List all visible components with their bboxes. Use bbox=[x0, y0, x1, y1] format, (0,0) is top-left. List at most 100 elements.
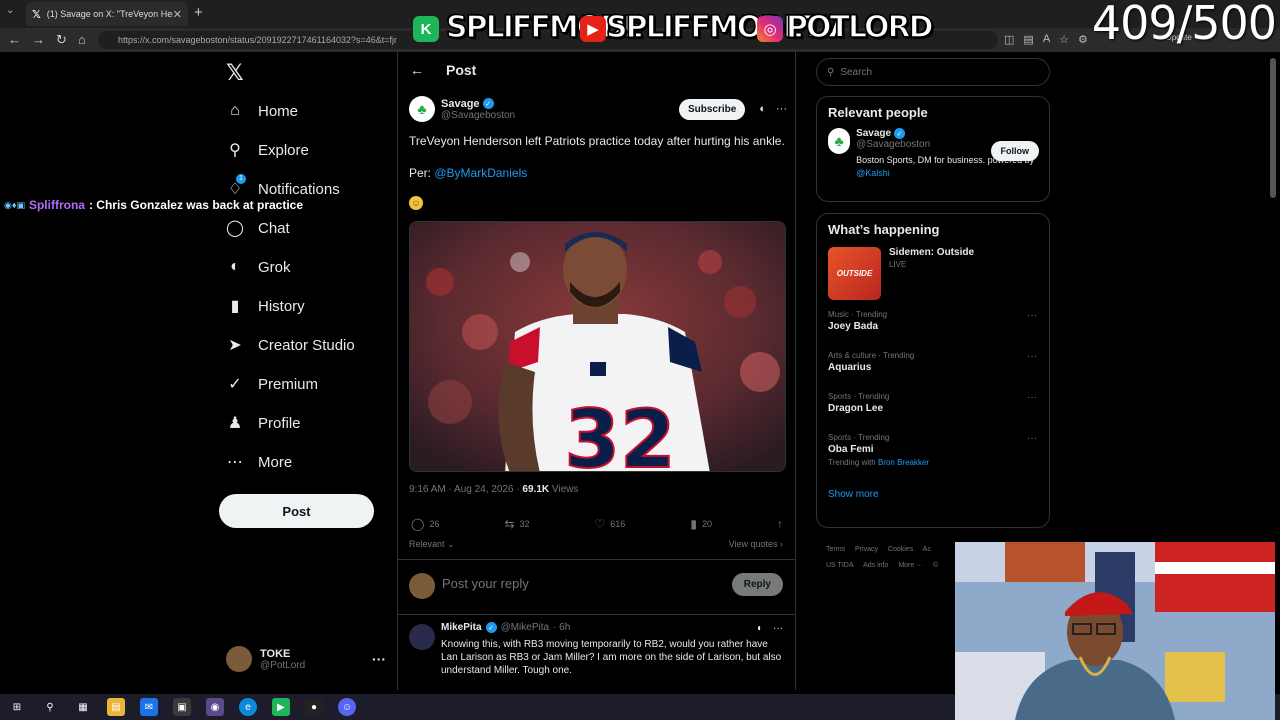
trend-item[interactable]: Sports · Trending Oba Femi Trending with… bbox=[817, 423, 1049, 475]
nav-history[interactable]: ▮ History bbox=[226, 297, 305, 316]
sort-label: Relevant bbox=[409, 539, 445, 549]
nav-profile[interactable]: ♟ Profile bbox=[226, 414, 301, 433]
file-explorer-icon[interactable]: ▤ bbox=[107, 698, 125, 716]
bio-link[interactable]: @Kalshi bbox=[856, 168, 890, 178]
tab-title: (1) Savage on X: "TreVeyon Hende bbox=[46, 9, 173, 19]
nav-premium[interactable]: ✓ Premium bbox=[226, 375, 318, 394]
home-browser-icon[interactable]: ⌂ bbox=[78, 32, 86, 47]
person-name[interactable]: Savage bbox=[856, 128, 891, 139]
trending-with-label: Trending with bbox=[828, 458, 878, 467]
x-logo-icon[interactable]: 𝕏 bbox=[226, 60, 244, 86]
app-icon[interactable]: ◉ bbox=[206, 698, 224, 716]
search-input[interactable]: ⚲ Search bbox=[816, 58, 1050, 86]
browser-tab[interactable]: 𝕏 (1) Savage on X: "TreVeyon Hende ✕ bbox=[26, 2, 188, 26]
trend-item[interactable]: Arts & culture · Trending Aquarius ··· bbox=[817, 341, 1049, 382]
back-arrow-icon[interactable]: ← bbox=[410, 62, 424, 78]
streaming-app-icon[interactable]: ▶ bbox=[272, 698, 290, 716]
tab-list-icon[interactable]: ⌄ bbox=[6, 5, 14, 16]
footer-link[interactable]: Cookies bbox=[888, 546, 913, 553]
footer-link[interactable]: Terms bbox=[826, 546, 845, 553]
forward-icon[interactable]: → bbox=[32, 32, 45, 47]
obs-icon[interactable]: ● bbox=[305, 698, 323, 716]
repost-icon: ⇆ bbox=[504, 517, 515, 531]
store-icon[interactable]: ▣ bbox=[173, 698, 191, 716]
more-options-icon[interactable]: ··· bbox=[773, 623, 783, 634]
nav-notifications[interactable]: ♢ 1 Notifications bbox=[226, 174, 340, 198]
new-tab-icon[interactable]: + bbox=[194, 4, 203, 21]
more-options-icon[interactable]: ··· bbox=[776, 103, 787, 115]
more-options-icon[interactable]: ··· bbox=[1027, 351, 1037, 362]
search-icon: ⚲ bbox=[229, 142, 241, 159]
favorite-star-icon[interactable]: ☆ bbox=[1059, 33, 1069, 46]
extensions-icon[interactable]: ⚙ bbox=[1078, 33, 1088, 46]
reader-icon[interactable]: ▤ bbox=[1023, 33, 1033, 46]
person-avatar[interactable]: ♣ bbox=[828, 128, 851, 154]
page-scrollbar[interactable] bbox=[1270, 58, 1276, 198]
tab-close-icon[interactable]: ✕ bbox=[173, 8, 182, 21]
account-switcher[interactable]: TOKE @PotLord ··· bbox=[226, 646, 386, 672]
outlook-icon[interactable]: ✉ bbox=[140, 698, 158, 716]
trend-item[interactable]: Music · Trending Joey Bada ··· bbox=[817, 300, 1049, 341]
sort-dropdown[interactable]: Relevant ⌄ bbox=[409, 539, 455, 550]
footer-link[interactable]: More ··· bbox=[898, 562, 923, 569]
nav-label: Profile bbox=[258, 414, 301, 432]
show-more-link[interactable]: Show more bbox=[817, 475, 1049, 510]
repost-action[interactable]: ⇆ 32 bbox=[504, 517, 529, 531]
view-quotes-link[interactable]: View quotes › bbox=[729, 539, 783, 549]
more-options-icon[interactable]: ··· bbox=[372, 651, 386, 667]
nav-explore[interactable]: ⚲ Explore bbox=[226, 141, 309, 160]
chat-icon: ◯ bbox=[226, 220, 244, 237]
discord-icon[interactable]: ☺ bbox=[338, 698, 356, 716]
grok-icon[interactable]: ◐ bbox=[757, 623, 763, 634]
bookmark-count: 20 bbox=[701, 519, 712, 529]
nav-creator-studio[interactable]: ➤ Creator Studio bbox=[226, 336, 354, 355]
tweet-image[interactable]: 32 bbox=[409, 221, 786, 472]
more-options-icon[interactable]: ··· bbox=[1027, 392, 1037, 403]
nav-chat[interactable]: ◯ Chat bbox=[226, 219, 290, 238]
comment-handle[interactable]: @MikePita bbox=[501, 622, 550, 633]
footer-link[interactable]: © bbox=[933, 562, 938, 569]
source-link[interactable]: @ByMarkDaniels bbox=[434, 166, 527, 180]
footer-link[interactable]: Ads info bbox=[863, 562, 888, 569]
nav-more[interactable]: ⋯ More bbox=[226, 453, 292, 472]
like-action[interactable]: ♡ 616 bbox=[595, 517, 626, 531]
more-options-icon[interactable]: ··· bbox=[1027, 310, 1037, 321]
kick-logo-icon: K bbox=[413, 16, 439, 42]
stream-chat-message: ◉♦▣ Spliffrona : Chris Gonzalez was back… bbox=[4, 198, 303, 212]
author-avatar[interactable]: ♣ bbox=[409, 96, 435, 122]
windows-start-icon[interactable]: ⊞ bbox=[8, 698, 26, 716]
trending-with-link[interactable]: Bron Breakker bbox=[878, 458, 929, 467]
read-aloud-icon[interactable]: A bbox=[1043, 33, 1050, 46]
reply-button[interactable]: Reply bbox=[731, 573, 783, 596]
subscribe-button[interactable]: Subscribe bbox=[678, 98, 746, 120]
avatar[interactable] bbox=[409, 624, 435, 650]
author-handle[interactable]: @Savageboston bbox=[441, 110, 515, 121]
chat-username: Spliffrona bbox=[28, 198, 85, 212]
reply-input[interactable]: Post your reply bbox=[442, 576, 529, 591]
share-action[interactable]: ↑ bbox=[777, 517, 783, 531]
trend-item[interactable]: Sports · Trending Dragon Lee ··· bbox=[817, 382, 1049, 423]
edge-browser-icon[interactable]: e bbox=[239, 698, 257, 716]
bookmark-action[interactable]: ▮ 20 bbox=[690, 517, 712, 531]
footer-link[interactable]: Ac bbox=[923, 546, 931, 553]
avatar bbox=[226, 646, 252, 672]
follow-button[interactable]: Follow bbox=[990, 141, 1039, 161]
search-icon[interactable]: ⚲ bbox=[41, 698, 59, 716]
split-view-icon[interactable]: ◫ bbox=[1004, 33, 1014, 46]
footer-link[interactable]: Privacy bbox=[855, 546, 878, 553]
author-name[interactable]: Savage bbox=[441, 98, 480, 110]
task-view-icon[interactable]: ▦ bbox=[74, 698, 92, 716]
live-event[interactable]: OUTSIDE Sidemen: Outside LIVE bbox=[817, 247, 1049, 300]
comment-author[interactable]: MikePita bbox=[441, 622, 482, 633]
reload-icon[interactable]: ↻ bbox=[56, 32, 67, 48]
more-options-icon[interactable]: ··· bbox=[1027, 433, 1037, 444]
nav-grok[interactable]: ◐ Grok bbox=[226, 258, 290, 276]
relevant-people-panel: Relevant people ♣ Savage ✓ @Savageboston … bbox=[816, 96, 1050, 202]
grok-icon[interactable]: ◐ bbox=[759, 103, 766, 115]
nav-home[interactable]: ⌂ Home bbox=[226, 102, 298, 120]
back-icon[interactable]: ← bbox=[8, 32, 21, 47]
post-button[interactable]: Post bbox=[219, 494, 374, 528]
per-label: Per: bbox=[409, 166, 432, 180]
reply-action[interactable]: ◯ 26 bbox=[411, 517, 439, 531]
footer-link[interactable]: US TIDA bbox=[826, 562, 854, 569]
